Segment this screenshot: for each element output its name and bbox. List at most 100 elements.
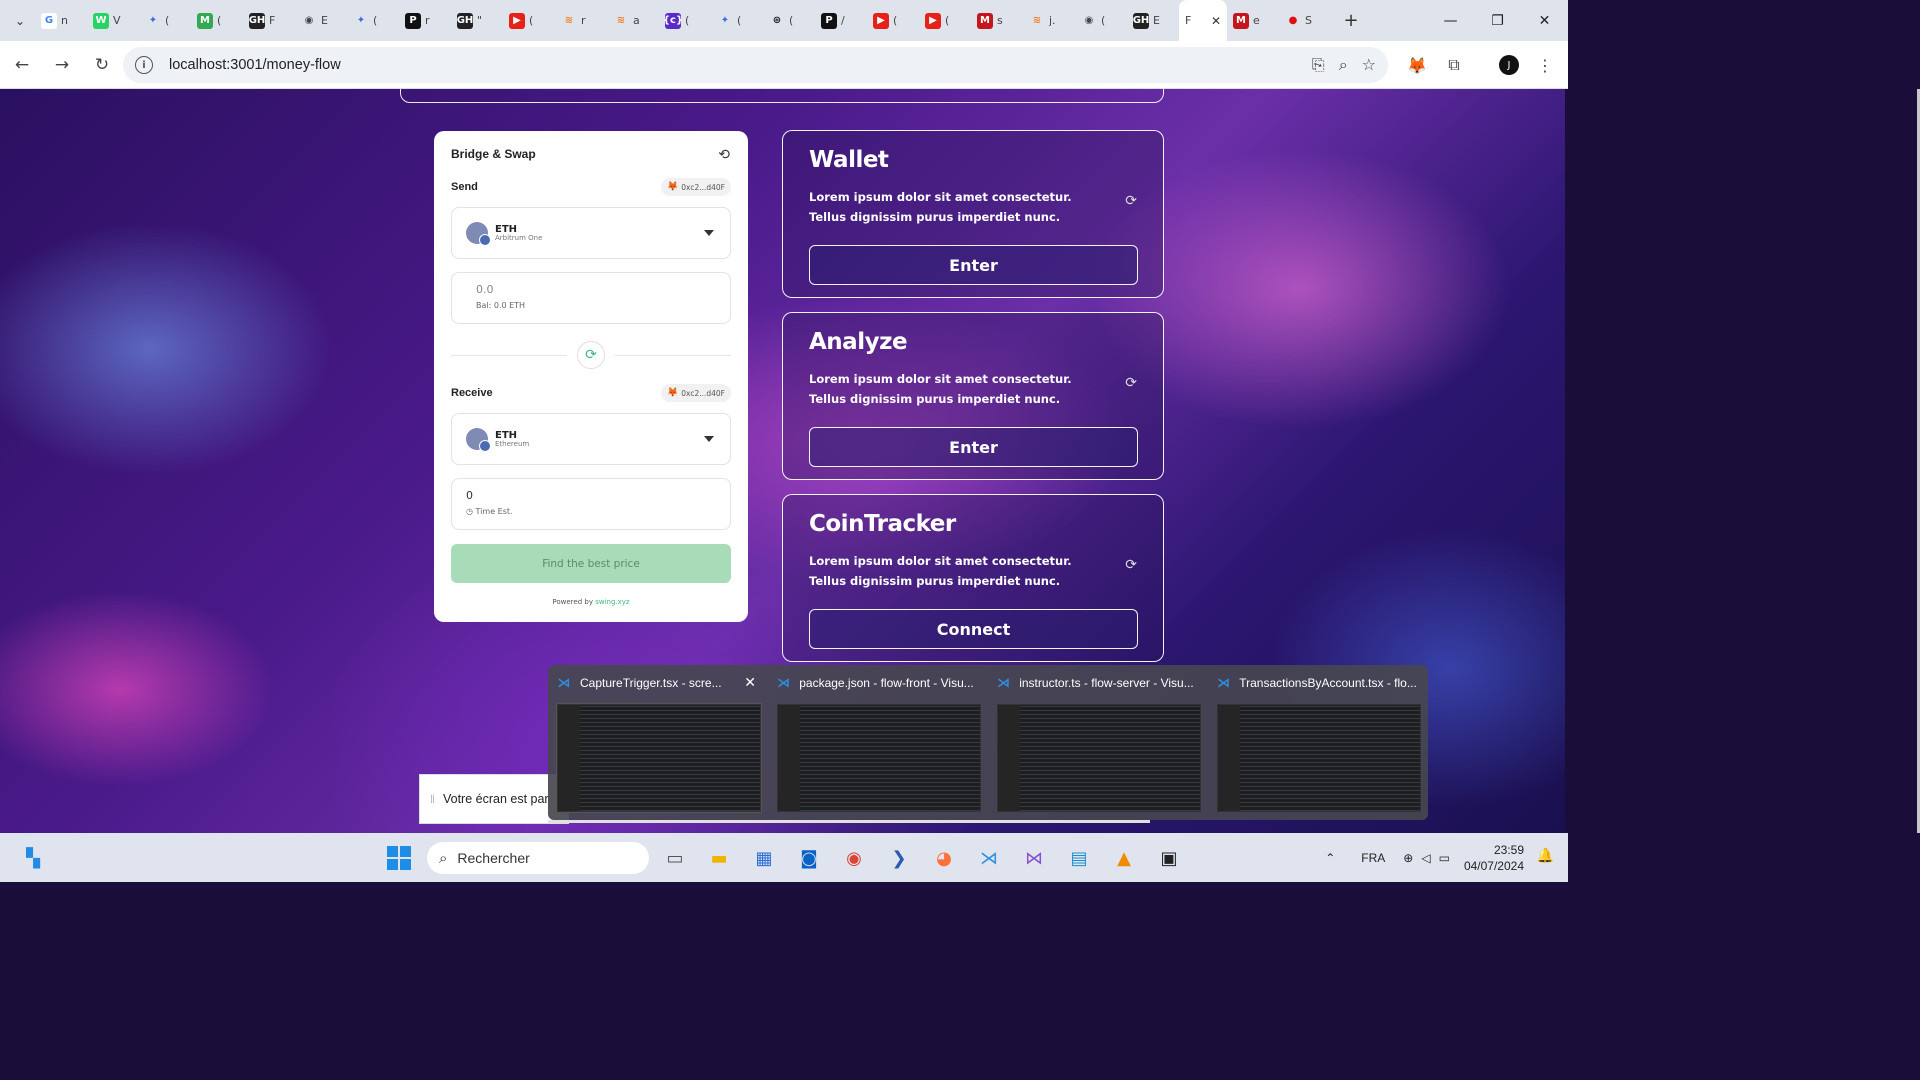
browser-tab[interactable]: ● S <box>1279 0 1331 41</box>
file-explorer-icon[interactable]: ▬ <box>704 843 734 873</box>
browser-tab[interactable]: ▶( <box>503 0 555 41</box>
thumbnail-window[interactable]: ⋊ TransactionsByAccount.tsx - flo... <box>1208 665 1428 820</box>
tab-label: e <box>1253 14 1260 27</box>
browser-tab[interactable]: M( <box>191 0 243 41</box>
clock[interactable]: 23:59 04/07/2024 <box>1464 842 1524 874</box>
drag-handle-icon[interactable]: ‖ <box>430 792 435 806</box>
battery-icon[interactable]: ▭ <box>1439 851 1450 865</box>
visual-studio-icon[interactable]: ⋈ <box>1019 843 1049 873</box>
time-estimate: ◷ Time Est. <box>466 507 716 516</box>
powershell-icon[interactable]: ❯ <box>884 843 914 873</box>
swap-direction-button[interactable]: ⟳ <box>577 341 605 369</box>
browser-tab[interactable]: ✦( <box>711 0 763 41</box>
url-input[interactable]: i localhost:3001/money-flow ⎘ ⌕ ☆ <box>123 47 1388 83</box>
thumbnail-window[interactable]: ⋊ package.json - flow-front - Visu... <box>768 665 988 820</box>
browser-tab[interactable]: Gn <box>35 0 87 41</box>
notepad-icon[interactable]: ▤ <box>1064 843 1094 873</box>
forward-icon[interactable]: → <box>44 47 80 83</box>
start-button[interactable] <box>384 843 414 873</box>
zoom-icon[interactable]: ⌕ <box>1339 55 1348 75</box>
task-view-icon[interactable]: ▭ <box>660 843 690 873</box>
swing-link[interactable]: swing.xyz <box>595 598 629 606</box>
thumbnail-scrollbar <box>548 820 1150 823</box>
browser-tab[interactable]: GH E <box>1127 0 1179 41</box>
thumbnail-preview <box>997 704 1201 812</box>
tab-favicon-icon: M <box>1233 12 1249 29</box>
thumbnail-window[interactable]: ⋊ instructor.ts - flow-server - Visu... <box>988 665 1208 820</box>
metamask-extension-icon[interactable]: 🦊 <box>1405 53 1429 77</box>
network-icon[interactable]: ⊕ <box>1403 851 1413 865</box>
tab-label: E <box>321 14 328 27</box>
browser-tab[interactable]: ✦( <box>139 0 191 41</box>
refresh-icon[interactable]: ⟳ <box>1125 193 1137 209</box>
reload-icon[interactable]: ↻ <box>84 47 120 83</box>
back-icon[interactable]: ← <box>4 47 40 83</box>
translate-icon[interactable]: ⎘ <box>1312 55 1325 75</box>
browser-tab[interactable]: Me <box>1227 0 1279 41</box>
chevron-up-icon[interactable]: ⌃ <box>1325 851 1335 865</box>
send-amount-input[interactable]: 0.0 Bal: 0.0 ETH <box>451 272 731 324</box>
browser-tab[interactable]: GH F <box>243 0 295 41</box>
swap-divider: ⟳ <box>451 340 731 370</box>
active-browser-tab[interactable]: F ✕ <box>1179 0 1227 41</box>
cointracker-connect-button[interactable]: Connect <box>809 609 1138 649</box>
site-info-icon[interactable]: i <box>135 56 153 74</box>
browser-tab[interactable]: ◉ E <box>295 0 347 41</box>
browser-tab[interactable]: ≋ r <box>555 0 607 41</box>
bridge-swap-widget: Bridge & Swap ⟲ Send 🦊 0xc2...d40F ETH A… <box>434 131 748 622</box>
profile-avatar[interactable]: J <box>1497 53 1521 77</box>
analyze-enter-button[interactable]: Enter <box>809 427 1138 467</box>
close-icon[interactable]: ✕ <box>744 675 756 691</box>
browser-tab[interactable]: Pr <box>399 0 451 41</box>
browser-tab[interactable]: {c}( <box>659 0 711 41</box>
outlook-icon[interactable]: ◙ <box>794 843 824 873</box>
tab-label: ( <box>217 14 222 27</box>
browser-tab[interactable]: ▶( <box>919 0 971 41</box>
bookmark-star-icon[interactable]: ☆ <box>1362 55 1376 75</box>
screen-share-notice[interactable]: ‖ Votre écran est par <box>419 774 569 824</box>
receive-token-select[interactable]: ETH Ethereum <box>451 413 731 465</box>
browser-tab[interactable]: P / <box>815 0 867 41</box>
store-icon[interactable]: ▦ <box>749 843 779 873</box>
browser-tab[interactable]: WV <box>87 0 139 41</box>
browser-tab[interactable]: ≋ j. <box>1023 0 1075 41</box>
send-wallet-badge[interactable]: 🦊 0xc2...d40F <box>661 178 731 196</box>
new-tab-button[interactable]: + <box>1337 7 1365 35</box>
browser-tab[interactable]: ✦( <box>347 0 399 41</box>
browser-tab[interactable]: ▶( <box>867 0 919 41</box>
tab-favicon-icon: ⊛ <box>772 15 782 26</box>
receive-wallet-badge[interactable]: 🦊 0xc2...d40F <box>661 384 731 402</box>
browser-tab[interactable]: ◉( <box>1075 0 1127 41</box>
terminal-icon[interactable]: ▣ <box>1154 843 1184 873</box>
vscode-icon[interactable]: ⋊ <box>974 843 1004 873</box>
browser-tab[interactable]: Ms <box>971 0 1023 41</box>
history-icon[interactable]: ⟲ <box>718 147 730 163</box>
widgets-icon[interactable]: ▚ <box>18 843 48 873</box>
firefox-icon[interactable]: ◕ <box>929 843 959 873</box>
browser-tab[interactable]: ≋ a <box>607 0 659 41</box>
close-tab-icon[interactable]: ✕ <box>1211 14 1221 28</box>
chrome-icon[interactable]: ◉ <box>839 843 869 873</box>
volume-icon[interactable]: ◁ <box>1421 851 1430 865</box>
refresh-icon[interactable]: ⟳ <box>1125 375 1137 391</box>
notification-bell-icon[interactable]: 🔔 <box>1537 848 1554 864</box>
close-window-icon[interactable]: ✕ <box>1521 0 1568 41</box>
language-indicator[interactable]: FRA <box>1361 851 1385 865</box>
browser-tab[interactable]: ⊛( <box>763 0 815 41</box>
time-estimate-label: Time Est. <box>475 507 513 516</box>
wallet-enter-button[interactable]: Enter <box>809 245 1138 285</box>
cointracker-card: CoinTracker Lorem ipsum dolor sit amet c… <box>782 494 1164 662</box>
refresh-icon[interactable]: ⟳ <box>1125 557 1137 573</box>
extensions-puzzle-icon[interactable]: ⧉ <box>1442 53 1466 77</box>
restore-icon[interactable]: ❐ <box>1474 0 1521 41</box>
browser-tab[interactable]: GH " <box>451 0 503 41</box>
send-token-select[interactable]: ETH Arbitrum One <box>451 207 731 259</box>
minimize-icon[interactable]: — <box>1427 0 1474 41</box>
taskbar-search-input[interactable]: ⌕ Rechercher <box>427 842 649 874</box>
thumbnail-window[interactable]: ⋊ CaptureTrigger.tsx - scre... ✕ <box>548 665 768 820</box>
browser-menu-icon[interactable]: ⋮ <box>1533 53 1557 77</box>
tab-search-icon[interactable]: ⌄ <box>5 6 35 36</box>
vlc-icon[interactable]: ▲ <box>1109 843 1139 873</box>
find-best-price-button[interactable]: Find the best price <box>451 544 731 583</box>
tab-label: j. <box>1049 14 1056 27</box>
